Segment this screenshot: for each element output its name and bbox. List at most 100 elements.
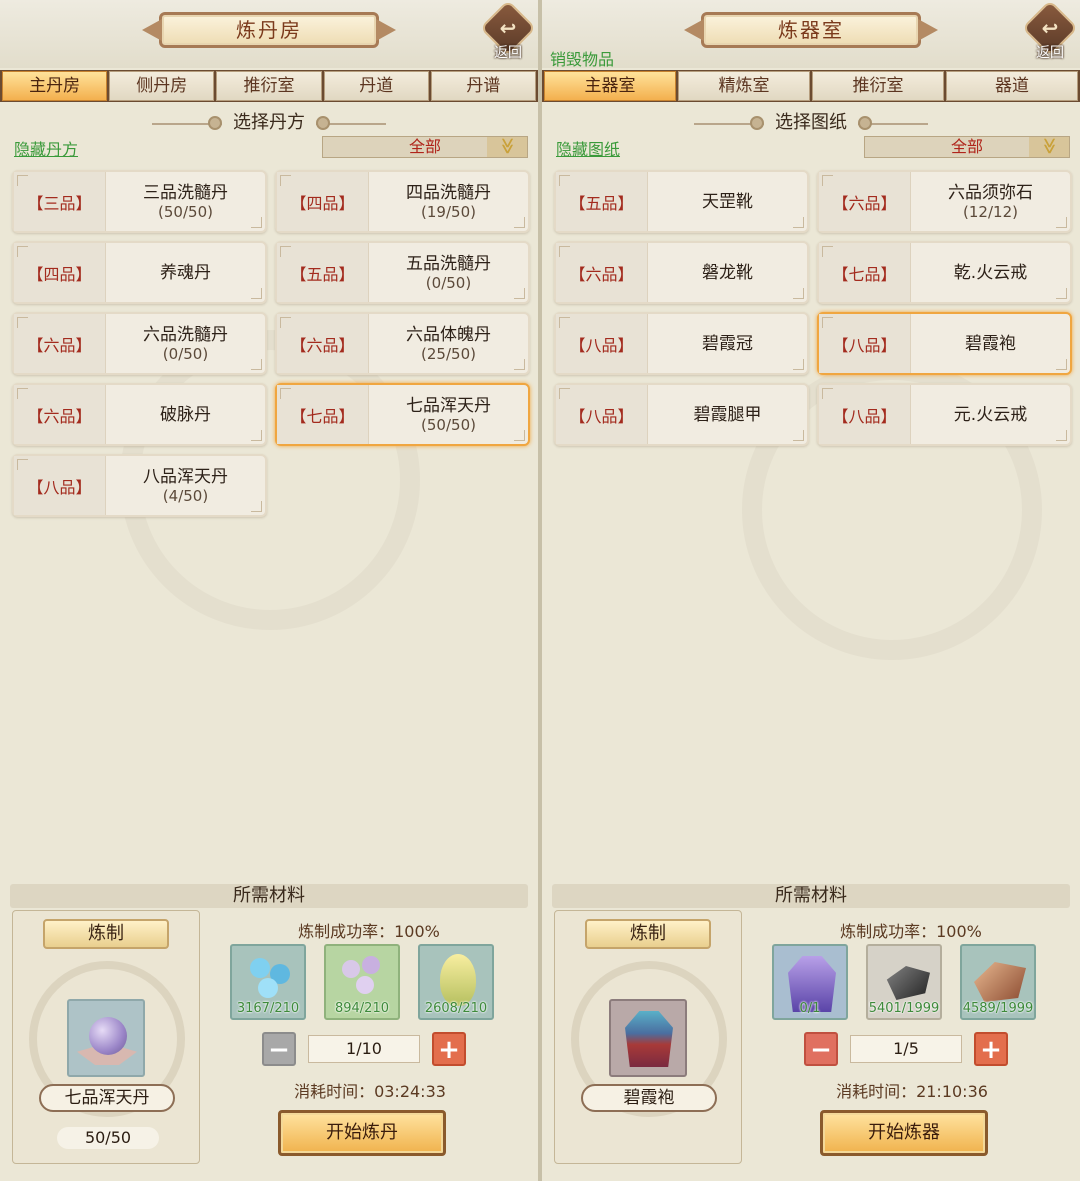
material-slot[interactable]: 894/210	[324, 944, 400, 1020]
blueprint-name: 碧霞腿甲	[693, 404, 762, 425]
blueprint-count: (12/12)	[963, 202, 1018, 221]
blueprint-card[interactable]: 【八品】 碧霞冠	[554, 312, 809, 375]
ornament-icon	[858, 115, 929, 130]
tab-deduction-room[interactable]: 推衍室	[812, 71, 944, 101]
recipe-card[interactable]: 【六品】 破脉丹	[12, 383, 267, 446]
blueprint-name: 六品须弥石	[948, 182, 1033, 203]
tab-bar: 主器室 精炼室 推衍室 器道	[542, 70, 1080, 102]
recipe-card[interactable]: 【四品】 养魂丹	[12, 241, 267, 304]
back-button[interactable]: ↩ 返回	[1021, 0, 1079, 62]
recipe-count: (50/50)	[158, 202, 213, 221]
section-header: 选择图纸	[542, 110, 1080, 138]
material-amount: 894/210	[334, 1001, 389, 1016]
material-slot[interactable]: 5401/1999	[866, 944, 942, 1020]
blueprint-name: 碧霞袍	[965, 333, 1016, 354]
recipe-count: (0/50)	[425, 273, 472, 292]
material-amount: 3167/210	[236, 1001, 300, 1016]
craft-preview: 炼制 碧霞袍	[554, 910, 742, 1164]
craft-item-name: 碧霞袍	[581, 1084, 717, 1112]
chevron-down-icon[interactable]	[1029, 137, 1069, 157]
blueprint-name: 天罡靴	[702, 191, 753, 212]
recipe-grade: 【六品】	[14, 385, 106, 444]
recipe-count: (25/50)	[421, 344, 476, 363]
material-slot[interactable]: 2608/210	[418, 944, 494, 1020]
recipe-count: (4/50)	[162, 486, 209, 505]
minus-icon[interactable]: −	[804, 1032, 838, 1066]
tab-main-room[interactable]: 主丹房	[2, 71, 108, 101]
recipe-card-selected[interactable]: 【七品】 七品浑天丹 (50/50)	[275, 383, 530, 446]
time-cost: 消耗时间：03:24:33	[294, 1082, 446, 1101]
hide-blueprints-link[interactable]: 隐藏图纸	[556, 136, 620, 160]
blueprint-card[interactable]: 【八品】 元.火云戒	[817, 383, 1072, 446]
recipe-card[interactable]: 【六品】 六品洗髓丹 (0/50)	[12, 312, 267, 375]
grade-filter-select[interactable]: 全部	[864, 136, 1070, 158]
plus-icon[interactable]: +	[432, 1032, 466, 1066]
blueprint-card[interactable]: 【六品】 磐龙靴	[554, 241, 809, 304]
recipe-name: 破脉丹	[160, 404, 211, 425]
hide-recipes-link[interactable]: 隐藏丹方	[14, 136, 78, 160]
recipe-grade: 【四品】	[277, 172, 369, 231]
filter-value: 全部	[950, 137, 983, 156]
blueprint-card[interactable]: 【七品】 乾.火云戒	[817, 241, 1072, 304]
materials-title: 所需材料	[10, 884, 528, 908]
material-list: 3167/210 894/210 2608/210	[230, 944, 494, 1020]
blueprint-grade: 【八品】	[556, 385, 648, 444]
recipe-card[interactable]: 【三品】 三品洗髓丹 (50/50)	[12, 170, 267, 233]
recipe-grade: 【六品】	[277, 314, 369, 373]
quantity-field[interactable]: 1/10	[308, 1035, 420, 1063]
ornament-icon	[316, 115, 387, 130]
chevron-down-icon[interactable]	[487, 137, 527, 157]
section-title: 选择丹方	[233, 112, 305, 133]
grade-filter-select[interactable]: 全部	[322, 136, 528, 158]
quantity-stepper: − 1/10 +	[262, 1032, 466, 1066]
blueprint-grade: 【八品】	[556, 314, 648, 373]
tab-forge-way[interactable]: 器道	[946, 71, 1078, 101]
material-list: 0/1 5401/1999 4589/1999	[772, 944, 1036, 1020]
tab-refine-room[interactable]: 精炼室	[678, 71, 810, 101]
back-label: 返回	[494, 45, 522, 61]
recipe-count: (0/50)	[162, 344, 209, 363]
blueprint-card[interactable]: 【五品】 天罡靴	[554, 170, 809, 233]
recipe-grade: 【三品】	[14, 172, 106, 231]
ornament-icon	[693, 115, 764, 130]
destroy-items-link[interactable]: 销毁物品	[550, 46, 614, 70]
recipe-name: 八品浑天丹	[143, 466, 228, 487]
blueprint-card-selected[interactable]: 【八品】 碧霞袍	[817, 312, 1072, 375]
material-slot[interactable]: 0/1	[772, 944, 848, 1020]
start-forging-button[interactable]: 开始炼器	[820, 1110, 988, 1156]
blueprint-grid: 【五品】 天罡靴 【六品】 六品须弥石 (12/12) 【六品】 磐龙靴 【七品】…	[554, 170, 1074, 446]
page-title: 炼丹房	[159, 12, 379, 48]
recipe-grade: 【六品】	[14, 314, 106, 373]
recipe-name: 五品洗髓丹	[406, 253, 491, 274]
recipe-card[interactable]: 【五品】 五品洗髓丹 (0/50)	[275, 241, 530, 304]
recipe-card[interactable]: 【八品】 八品浑天丹 (4/50)	[12, 454, 267, 517]
tab-deduction-room[interactable]: 推衍室	[216, 71, 322, 101]
recipe-card[interactable]: 【六品】 六品体魄丹 (25/50)	[275, 312, 530, 375]
tab-side-room[interactable]: 侧丹房	[109, 71, 215, 101]
section-title: 选择图纸	[775, 112, 847, 133]
back-button[interactable]: ↩ 返回	[479, 0, 537, 62]
material-slot[interactable]: 4589/1999	[960, 944, 1036, 1020]
success-rate: 炼制成功率：100%	[298, 922, 440, 941]
recipe-grade: 【八品】	[14, 456, 106, 515]
tab-main-forge[interactable]: 主器室	[544, 71, 676, 101]
quantity-field[interactable]: 1/5	[850, 1035, 962, 1063]
minus-icon[interactable]: −	[262, 1032, 296, 1066]
robe-icon	[609, 999, 687, 1077]
tab-alchemy-way[interactable]: 丹道	[323, 71, 429, 101]
tab-recipe-book[interactable]: 丹谱	[430, 71, 537, 101]
start-alchemy-button[interactable]: 开始炼丹	[278, 1110, 446, 1156]
recipe-grade: 【四品】	[14, 243, 106, 302]
craft-label: 炼制	[43, 919, 169, 949]
material-slot[interactable]: 3167/210	[230, 944, 306, 1020]
plus-icon[interactable]: +	[974, 1032, 1008, 1066]
blueprint-card[interactable]: 【六品】 六品须弥石 (12/12)	[817, 170, 1072, 233]
recipe-card[interactable]: 【四品】 四品洗髓丹 (19/50)	[275, 170, 530, 233]
material-amount: 4589/1999	[962, 1001, 1034, 1016]
recipe-grade: 【五品】	[277, 243, 369, 302]
craft-preview: 炼制 七品浑天丹 50/50	[12, 910, 200, 1164]
recipe-count: (50/50)	[421, 415, 476, 434]
success-rate: 炼制成功率：100%	[840, 922, 982, 941]
copper-ore-icon	[974, 962, 1026, 1002]
blueprint-card[interactable]: 【八品】 碧霞腿甲	[554, 383, 809, 446]
